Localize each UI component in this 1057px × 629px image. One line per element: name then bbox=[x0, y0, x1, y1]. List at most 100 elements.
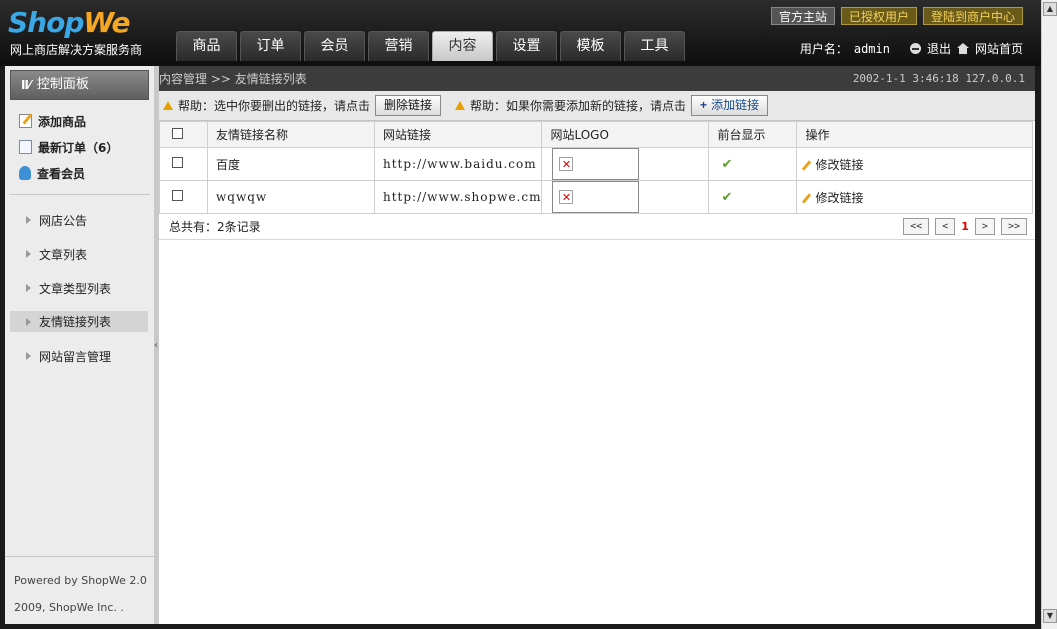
row-checkbox[interactable] bbox=[172, 157, 183, 168]
site-home-link[interactable]: 网站首页 bbox=[975, 40, 1023, 57]
edit-link-action[interactable]: 修改链接 bbox=[802, 158, 863, 172]
collapse-arrow-icon[interactable]: ‹ bbox=[154, 340, 158, 351]
quick-links: 添加商品 最新订单（6） 查看会员 bbox=[5, 100, 154, 186]
logo-image-box: ✕ bbox=[552, 148, 640, 180]
plus-icon: + bbox=[700, 98, 708, 112]
edit-icon bbox=[19, 114, 32, 128]
record-count: 总共有：2条记录 bbox=[169, 220, 261, 234]
document-icon bbox=[19, 140, 32, 154]
tab-templates[interactable]: 模板 bbox=[560, 31, 621, 61]
select-all-cell bbox=[159, 121, 208, 148]
col-site-logo: 网站LOGO bbox=[541, 121, 710, 148]
username-value: admin bbox=[853, 41, 890, 56]
breadcrumb-bar: 内容管理 >> 友情链接列表 2002-1-1 3:46:18 127.0.0.… bbox=[159, 66, 1035, 91]
pagination: << < 1 > >> bbox=[903, 218, 1027, 235]
powered-by-text: Powered by ShopWe 2.0 bbox=[14, 574, 147, 587]
triangle-right-icon bbox=[26, 284, 31, 292]
site-logo-cell: ✕ bbox=[541, 147, 710, 181]
scroll-up-icon[interactable]: ▲ bbox=[1043, 2, 1057, 16]
add-help-text: 帮助：如果你需要添加新的链接，请点击 bbox=[470, 99, 687, 113]
help-bar: 帮助：选中你要删出的链接，请点击 删除链接 帮助：如果你需要添加新的链接，请点击… bbox=[159, 91, 1035, 121]
logo-text-shop: Shop bbox=[8, 6, 84, 39]
sidebar-item-articles[interactable]: 文章列表 bbox=[10, 237, 148, 271]
table-row: wqwqw http://www.shopwe.cm ✕ ✔ 修改链接 bbox=[159, 180, 1033, 214]
table-footer: 总共有：2条记录 << < 1 > >> bbox=[159, 214, 1035, 240]
shopwe-logo[interactable]: ShopWe bbox=[8, 6, 130, 39]
table-header-row: 友情链接名称 网站链接 网站LOGO 前台显示 操作 bbox=[159, 121, 1033, 148]
site-logo-cell: ✕ bbox=[541, 180, 710, 214]
control-panel-title: 控制面板 bbox=[36, 77, 89, 92]
triangle-right-icon bbox=[26, 317, 31, 326]
tab-settings[interactable]: 设置 bbox=[496, 31, 557, 61]
first-page-button[interactable]: << bbox=[903, 218, 930, 235]
broken-image-icon: ✕ bbox=[559, 190, 574, 204]
row-checkbox[interactable] bbox=[172, 190, 183, 201]
col-site-url: 网站链接 bbox=[373, 121, 543, 148]
copyright-text: 2009, ShopWe Inc. . bbox=[14, 601, 124, 614]
tab-products[interactable]: 商品 bbox=[176, 31, 237, 61]
sidebar-item-label: 文章类型列表 bbox=[39, 281, 112, 296]
quick-latest-orders[interactable]: 最新订单（6） bbox=[19, 134, 154, 160]
edit-link-action[interactable]: 修改链接 bbox=[802, 191, 863, 205]
warning-icon bbox=[163, 101, 173, 110]
select-all-checkbox[interactable] bbox=[172, 127, 183, 139]
quick-add-product-label: 添加商品 bbox=[38, 114, 87, 129]
vertical-scrollbar[interactable]: ▲ ▼ bbox=[1041, 0, 1057, 629]
logo-image-box: ✕ bbox=[552, 181, 640, 213]
quick-latest-orders-label: 最新订单（6） bbox=[38, 140, 119, 155]
visible-cell: ✔ bbox=[708, 147, 798, 181]
next-page-button[interactable]: > bbox=[974, 218, 995, 235]
user-bar: 用户名： admin 退出 网站首页 bbox=[800, 40, 1023, 57]
warning-icon bbox=[455, 101, 466, 110]
add-link-button[interactable]: + 添加链接 bbox=[691, 95, 769, 116]
link-name-cell: 百度 bbox=[207, 147, 375, 181]
triangle-right-icon bbox=[26, 352, 31, 360]
app-header: ShopWe 网上商店解决方案服务商 官方主站 已授权用户 登陆到商户中心 商品… bbox=[0, 0, 1041, 66]
sidebar-item-article-types[interactable]: 文章类型列表 bbox=[10, 271, 148, 305]
tab-content[interactable]: 内容 bbox=[432, 31, 493, 61]
tab-marketing[interactable]: 营销 bbox=[368, 31, 429, 61]
sidebar-item-label: 友情链接列表 bbox=[39, 315, 112, 329]
merchant-center-link[interactable]: 登陆到商户中心 bbox=[922, 7, 1023, 25]
last-page-button[interactable]: >> bbox=[1000, 218, 1027, 235]
row-select-cell bbox=[159, 147, 208, 181]
sidebar-item-label: 网站留言管理 bbox=[39, 349, 112, 364]
logout-link[interactable]: 退出 bbox=[927, 40, 951, 57]
sidebar-divider bbox=[9, 194, 150, 195]
col-visible: 前台显示 bbox=[708, 121, 798, 148]
sidebar-item-friend-links[interactable]: 友情链接列表 bbox=[10, 311, 148, 332]
server-status: 2002-1-1 3:46:18 127.0.0.1 bbox=[852, 72, 1025, 85]
broken-image-icon: ✕ bbox=[559, 157, 574, 171]
licensed-user-link[interactable]: 已授权用户 bbox=[840, 7, 917, 25]
table-row: 百度 http://www.baidu.com ✕ ✔ 修改链接 bbox=[159, 147, 1033, 181]
triangle-right-icon bbox=[26, 250, 31, 258]
home-icon bbox=[956, 43, 969, 54]
main-content: 内容管理 >> 友情链接列表 2002-1-1 3:46:18 127.0.0.… bbox=[159, 66, 1035, 624]
logout-icon bbox=[909, 43, 921, 54]
tab-orders[interactable]: 订单 bbox=[240, 31, 301, 61]
tab-tools[interactable]: 工具 bbox=[624, 31, 685, 61]
scroll-down-icon[interactable]: ▼ bbox=[1043, 609, 1057, 623]
sidebar: Ⅱ⁄ 控制面板 添加商品 最新订单（6） 查看会员 网店公告 文章列表 文章类型… bbox=[5, 66, 155, 624]
control-panel-header[interactable]: Ⅱ⁄ 控制面板 bbox=[10, 70, 149, 100]
prev-page-button[interactable]: < bbox=[935, 218, 956, 235]
quick-add-product[interactable]: 添加商品 bbox=[19, 108, 154, 134]
tab-members[interactable]: 会员 bbox=[304, 31, 365, 61]
sidebar-item-announcements[interactable]: 网店公告 bbox=[10, 203, 148, 237]
delete-link-button[interactable]: 删除链接 bbox=[375, 95, 442, 116]
tools-icon: Ⅱ⁄ bbox=[21, 78, 31, 92]
quick-view-members[interactable]: 查看会员 bbox=[19, 160, 154, 186]
pencil-icon bbox=[802, 192, 812, 204]
checkmark-icon: ✔ bbox=[721, 156, 733, 172]
breadcrumb: 内容管理 >> 友情链接列表 bbox=[159, 72, 307, 86]
user-icon bbox=[19, 166, 31, 180]
friend-links-table: 友情链接名称 网站链接 网站LOGO 前台显示 操作 百度 http://www… bbox=[159, 121, 1033, 214]
col-link-name: 友情链接名称 bbox=[207, 121, 375, 148]
official-site-link[interactable]: 官方主站 bbox=[770, 7, 835, 25]
sidebar-item-label: 网店公告 bbox=[39, 213, 88, 228]
username-label: 用户名： bbox=[799, 42, 848, 56]
add-link-label: 添加链接 bbox=[711, 98, 760, 112]
sidebar-item-guestbook[interactable]: 网站留言管理 bbox=[10, 339, 148, 373]
brand-slogan: 网上商店解决方案服务商 bbox=[10, 43, 143, 57]
site-url-cell: http://www.shopwe.cm bbox=[373, 180, 543, 214]
